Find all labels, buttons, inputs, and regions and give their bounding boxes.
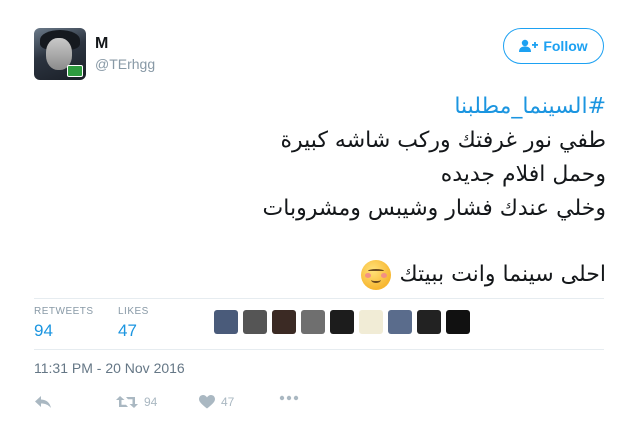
stats-bottom-divider — [34, 349, 604, 350]
liker-avatar-1[interactable] — [214, 310, 238, 334]
retweets-label: RETWEETS — [34, 306, 94, 317]
tweet-timestamp[interactable]: 11:31 PM - 20 Nov 2016 — [34, 360, 185, 376]
retweets-stat[interactable]: RETWEETS 94 — [34, 306, 94, 341]
likes-label: LIKES — [118, 306, 149, 317]
retweet-icon — [116, 396, 138, 408]
stats-top-divider — [34, 298, 604, 299]
tweet-line-4: احلى سينما وانت ببيتك — [399, 262, 607, 287]
tweet-line-2: وحمل افلام جديده — [440, 162, 606, 187]
retweet-count: 94 — [144, 395, 158, 409]
like-count: 47 — [221, 395, 235, 409]
tweet-text: #السينما_مطلبنا طفي نور غرفتك وركب شاشه … — [46, 90, 606, 292]
like-button[interactable]: 47 — [199, 395, 234, 409]
smiling-face-with-blush-icon — [360, 260, 391, 290]
heart-icon — [199, 395, 215, 409]
liker-avatar-4[interactable] — [301, 310, 325, 334]
liker-avatar-6[interactable] — [359, 310, 383, 334]
hashtag-link[interactable]: #السينما_مطلبنا — [46, 90, 606, 124]
liker-avatar-8[interactable] — [417, 310, 441, 334]
avatar-badge — [67, 65, 83, 77]
liker-avatar-9[interactable] — [446, 310, 470, 334]
retweet-button[interactable]: 94 — [116, 395, 157, 409]
follow-button-label: Follow — [543, 38, 588, 54]
likes-stat[interactable]: LIKES 47 — [118, 306, 149, 341]
tweet-line-3: وخلي عندك فشار وشيبس ومشروبات — [262, 196, 606, 221]
liker-avatar-3[interactable] — [272, 310, 296, 334]
tweet-line-1: طفي نور غرفتك وركب شاشه كبيرة — [280, 128, 607, 153]
reply-icon — [35, 396, 51, 408]
liker-avatar-7[interactable] — [388, 310, 412, 334]
user-avatar[interactable] — [34, 28, 86, 80]
reply-button[interactable] — [34, 395, 52, 409]
tweet-line-4-wrap: احلى سينما وانت ببيتك — [46, 258, 606, 292]
retweets-count: 94 — [34, 321, 53, 340]
more-button[interactable] — [279, 395, 299, 401]
follow-button[interactable]: Follow — [503, 28, 604, 64]
liker-avatar-5[interactable] — [330, 310, 354, 334]
likers-avatar-strip — [214, 310, 470, 334]
liker-avatar-2[interactable] — [243, 310, 267, 334]
likes-count: 47 — [118, 321, 137, 340]
user-handle[interactable]: @TErhgg — [95, 56, 155, 72]
add-user-icon — [519, 39, 539, 52]
user-name[interactable]: M — [95, 35, 108, 53]
more-icon — [279, 395, 299, 401]
